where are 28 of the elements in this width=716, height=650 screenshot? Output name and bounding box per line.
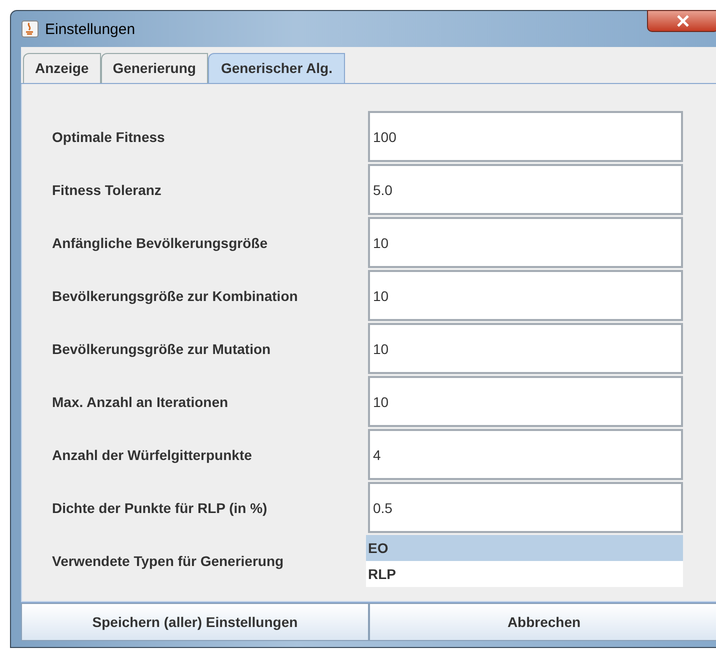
close-icon bbox=[676, 15, 690, 27]
dialog-button[interactable]: Speichern (aller) Einstellungen bbox=[21, 603, 369, 641]
input-field[interactable]: 0.5 bbox=[368, 482, 683, 533]
field-label: Bevölkerungsgröße zur Mutation bbox=[52, 340, 272, 356]
input-field[interactable]: 10 bbox=[368, 323, 683, 374]
field-label: Fitness Toleranz bbox=[52, 182, 162, 198]
list-label: Verwendete Typen für Generierung bbox=[52, 553, 285, 569]
tab[interactable]: Anzeige bbox=[23, 53, 101, 83]
field-label: Anzahl der Würfelgitterpunkte bbox=[52, 446, 253, 462]
list-item[interactable]: RLP bbox=[366, 561, 683, 587]
field-label: Dichte der Punkte für RLP (in %) bbox=[52, 500, 268, 516]
field-label: Anfängliche Bevölkerungsgröße bbox=[52, 234, 268, 250]
field-label: Max. Anzahl an Iterationen bbox=[52, 394, 230, 410]
input-field[interactable]: 100 bbox=[368, 111, 683, 162]
app-icon bbox=[21, 20, 39, 38]
close-button[interactable] bbox=[647, 10, 716, 32]
input-field[interactable]: 10 bbox=[368, 376, 683, 427]
input-field[interactable]: 5.0 bbox=[368, 164, 683, 215]
field-label: Optimale Fitness bbox=[52, 128, 166, 144]
dialog-button[interactable]: Abbrechen bbox=[369, 603, 716, 641]
input-field[interactable]: 10 bbox=[368, 270, 683, 321]
tab[interactable]: Generischer Alg. bbox=[208, 53, 346, 83]
input-field[interactable]: 4 bbox=[368, 429, 683, 480]
tab[interactable]: Generierung bbox=[100, 53, 208, 83]
field-label: Bevölkerungsgröße zur Kombination bbox=[52, 288, 299, 304]
window-title: Einstellungen bbox=[45, 20, 136, 38]
input-field[interactable]: 10 bbox=[368, 217, 683, 268]
list-item[interactable]: EO bbox=[366, 535, 683, 561]
